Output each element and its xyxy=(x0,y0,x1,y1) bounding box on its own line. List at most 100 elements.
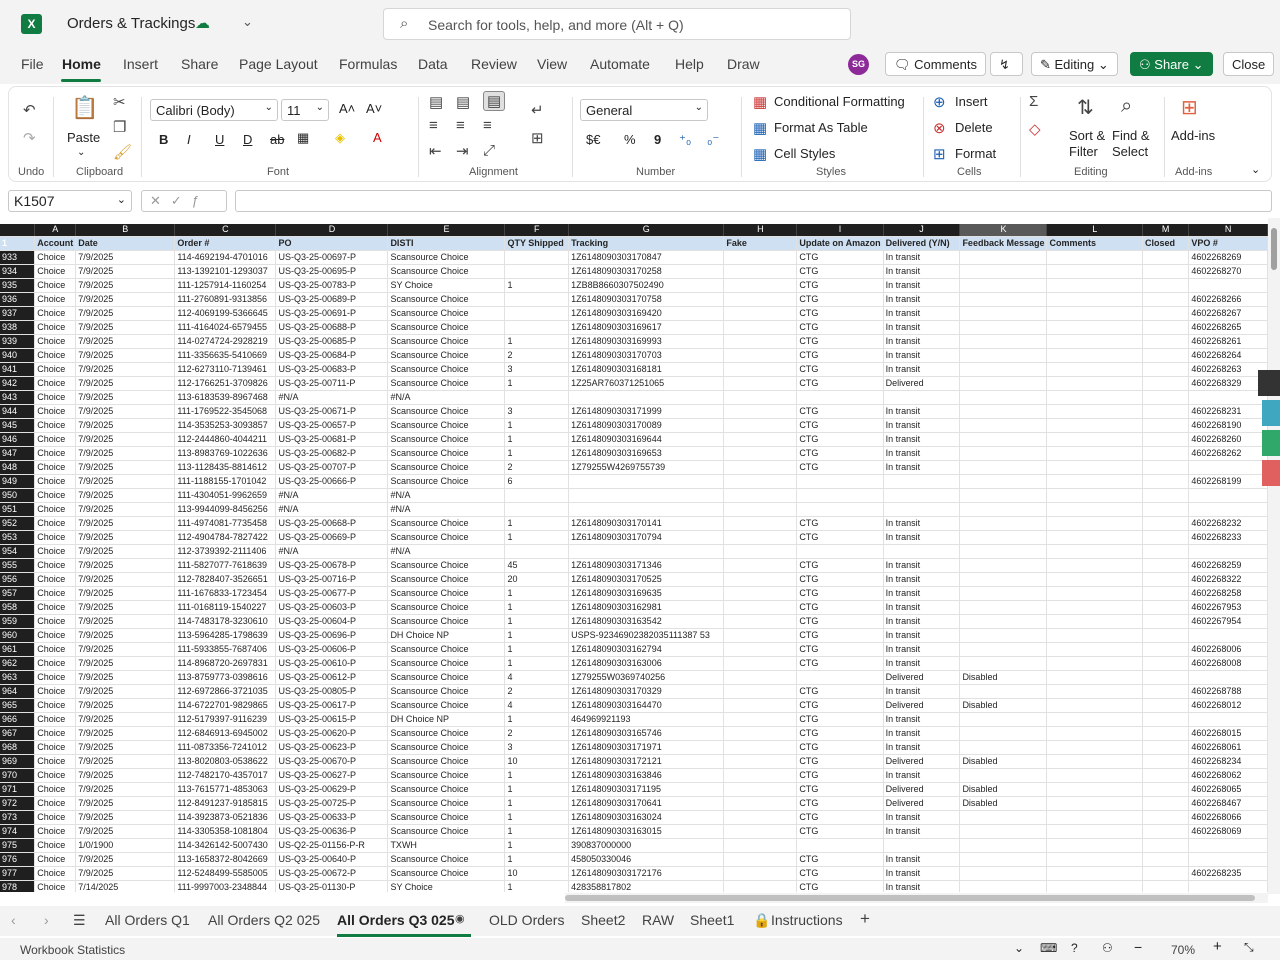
cell[interactable]: 114-6722701-9829865 xyxy=(174,698,277,713)
column-header[interactable]: N xyxy=(1188,224,1268,237)
cell[interactable]: CTG xyxy=(796,530,884,545)
cell[interactable]: 1Z6148090303170141 xyxy=(568,516,725,531)
cell[interactable]: 7/9/2025 xyxy=(75,278,176,293)
share-button[interactable]: ⚇ Share ⌄ xyxy=(1130,52,1213,76)
cell-styles-button[interactable]: Cell Styles xyxy=(774,146,835,161)
cell[interactable] xyxy=(1142,292,1190,307)
cell[interactable]: Choice xyxy=(34,544,77,559)
help-icon[interactable]: ? xyxy=(1071,941,1078,955)
cell[interactable]: 1Z6148090303165746 xyxy=(568,726,725,741)
cell[interactable]: 1Z79255W0369740256 xyxy=(568,670,725,685)
cell[interactable]: Choice xyxy=(34,698,77,713)
cell[interactable] xyxy=(1142,600,1190,615)
cell[interactable]: US-Q3-25-00711-P xyxy=(275,376,389,391)
cell[interactable]: 7/9/2025 xyxy=(75,264,176,279)
feedback-icon[interactable]: ⚇ xyxy=(1102,941,1113,955)
cell[interactable]: CTG xyxy=(796,376,884,391)
cell[interactable]: DH Choice NP xyxy=(387,628,506,643)
cell[interactable]: In transit xyxy=(883,432,961,447)
row-number[interactable]: 952 xyxy=(0,516,36,531)
cell[interactable]: 7/9/2025 xyxy=(75,810,176,825)
name-box[interactable]: K1507 ⌄ xyxy=(8,190,132,212)
cell[interactable]: 4602268269 xyxy=(1188,250,1268,265)
cell[interactable] xyxy=(1046,292,1144,307)
cell[interactable] xyxy=(959,502,1048,517)
cell[interactable] xyxy=(959,768,1048,783)
cell[interactable]: 1 xyxy=(504,628,570,643)
fit-screen-icon[interactable]: ⤡ xyxy=(1244,940,1254,955)
cell[interactable] xyxy=(1142,754,1190,769)
cell[interactable]: CTG xyxy=(796,796,884,811)
cell[interactable] xyxy=(1142,586,1190,601)
cell[interactable]: CTG xyxy=(796,880,884,892)
cell[interactable]: #N/A xyxy=(387,502,506,517)
cell[interactable]: CTG xyxy=(796,348,884,363)
workbook-statistics[interactable]: Workbook Statistics xyxy=(20,943,125,957)
cell[interactable]: 114-3305358-1081804 xyxy=(174,824,277,839)
cell[interactable] xyxy=(1046,824,1144,839)
cell[interactable]: 113-8983769-1022636 xyxy=(174,446,277,461)
cell[interactable]: 112-6972866-3721035 xyxy=(174,684,277,699)
cell[interactable]: Scansource Choice xyxy=(387,530,506,545)
paste-icon[interactable]: 📋 xyxy=(71,95,98,121)
row-number[interactable]: 967 xyxy=(0,726,36,741)
cell[interactable]: US-Q3-25-00681-P xyxy=(275,432,389,447)
zoom-level[interactable]: 70% xyxy=(1171,943,1195,957)
cell[interactable] xyxy=(723,740,798,755)
row-number[interactable]: 965 xyxy=(0,698,36,713)
cell[interactable]: Scansource Choice xyxy=(387,656,506,671)
row-number[interactable]: 976 xyxy=(0,852,36,867)
cell[interactable] xyxy=(1046,670,1144,685)
cell[interactable]: Delivered xyxy=(883,698,961,713)
cell[interactable] xyxy=(1046,586,1144,601)
cell[interactable]: Disabled xyxy=(959,670,1048,685)
cell[interactable] xyxy=(723,446,798,461)
cell[interactable]: Scansource Choice xyxy=(387,264,506,279)
align-bottom-icon[interactable]: ▤ xyxy=(483,91,506,111)
column-header[interactable]: A xyxy=(34,224,77,237)
cell[interactable] xyxy=(723,628,798,643)
cell[interactable]: 7/9/2025 xyxy=(75,796,176,811)
cell[interactable]: 1Z6148090303170258 xyxy=(568,264,725,279)
cell[interactable]: 1Z6148090303170329 xyxy=(568,684,725,699)
cell[interactable]: 113-1392101-1293037 xyxy=(174,264,277,279)
cell[interactable] xyxy=(959,726,1048,741)
cell[interactable]: 114-3923873-0521836 xyxy=(174,810,277,825)
cell[interactable]: CTG xyxy=(796,768,884,783)
cell[interactable] xyxy=(723,544,798,559)
header-cell[interactable]: QTY Shipped xyxy=(504,236,570,251)
cell[interactable] xyxy=(1142,516,1190,531)
cell[interactable] xyxy=(1046,880,1144,892)
undo-icon[interactable]: ↶ xyxy=(23,101,36,119)
cell[interactable]: CTG xyxy=(796,782,884,797)
cell[interactable] xyxy=(1046,334,1144,349)
header-cell[interactable]: Closed xyxy=(1142,236,1190,251)
cell[interactable]: Choice xyxy=(34,614,77,629)
row-number[interactable]: 953 xyxy=(0,530,36,545)
cell[interactable]: 112-5248499-5585005 xyxy=(174,866,277,881)
cell[interactable] xyxy=(959,362,1048,377)
cell[interactable]: US-Q3-25-00725-P xyxy=(275,796,389,811)
cell[interactable]: 10 xyxy=(504,754,570,769)
cell[interactable]: 1Z6148090303170641 xyxy=(568,796,725,811)
cell[interactable] xyxy=(1046,796,1144,811)
chevron-down-icon[interactable]: ⌄ xyxy=(77,147,85,158)
cell[interactable] xyxy=(1046,642,1144,657)
keyboard-icon[interactable]: ⌨ xyxy=(1040,941,1057,955)
increase-font-icon[interactable]: A˄ xyxy=(339,101,355,116)
cell[interactable] xyxy=(723,362,798,377)
scroll-thumb[interactable] xyxy=(565,895,1255,901)
cell[interactable]: 111-1257914-1160254 xyxy=(174,278,277,293)
cell[interactable]: 113-8020803-0538622 xyxy=(174,754,277,769)
cell[interactable] xyxy=(959,390,1048,405)
cell[interactable]: 1Z6148090303171195 xyxy=(568,782,725,797)
cell[interactable]: 1 xyxy=(504,768,570,783)
cell[interactable] xyxy=(723,516,798,531)
cell[interactable] xyxy=(723,320,798,335)
cell[interactable]: US-Q3-25-00689-P xyxy=(275,292,389,307)
cell[interactable] xyxy=(796,838,884,853)
cell[interactable] xyxy=(883,488,961,503)
sort-filter-label-2[interactable]: Filter xyxy=(1069,144,1098,159)
cell[interactable]: 1Z6148090303163542 xyxy=(568,614,725,629)
tab-insert[interactable]: Insert xyxy=(123,56,158,72)
